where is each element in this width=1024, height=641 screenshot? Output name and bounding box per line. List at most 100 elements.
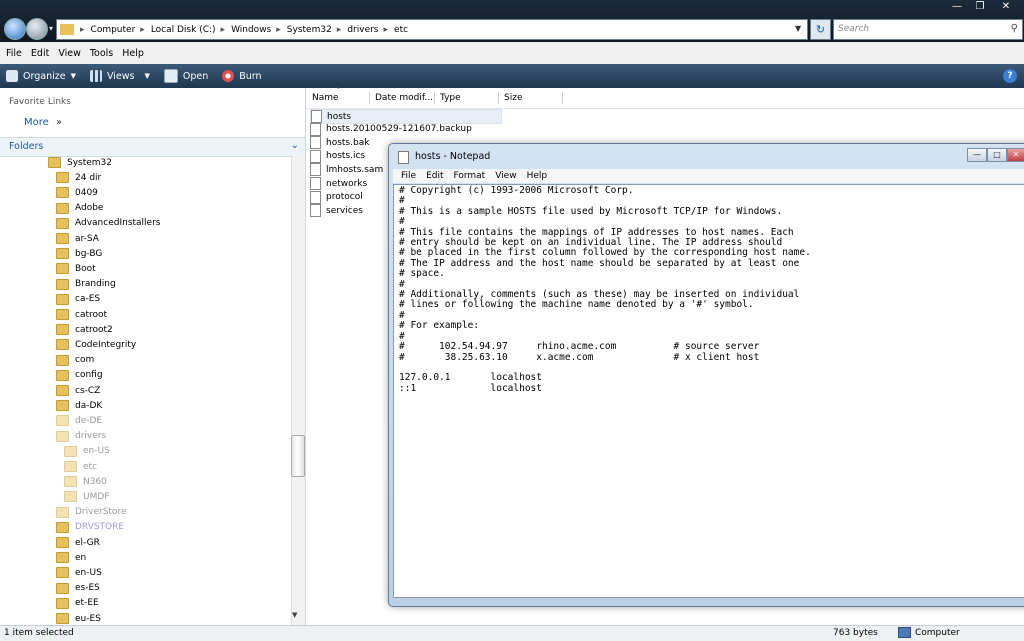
tree-folder-item[interactable]: da-DK <box>56 398 102 413</box>
tree-folder-item[interactable]: el-GR <box>56 535 100 550</box>
tree-folder-item[interactable]: com <box>56 353 94 368</box>
tree-folder-item[interactable]: et-EE <box>56 596 99 611</box>
maximize-button[interactable]: ❐ <box>967 0 993 14</box>
tree-folder-item[interactable]: etc <box>64 459 97 474</box>
menu-edit[interactable]: Edit <box>31 48 49 59</box>
recent-pages-dropdown-icon[interactable]: ▾ <box>49 24 53 33</box>
back-button[interactable] <box>4 18 26 40</box>
folder-icon <box>56 415 69 427</box>
tree-folder-item[interactable]: eu-ES <box>56 611 101 625</box>
column-divider[interactable] <box>498 92 499 104</box>
notepad-menu-edit[interactable]: Edit <box>426 171 443 181</box>
file-row[interactable]: services <box>310 204 363 218</box>
address-dropdown-icon[interactable]: ▼ <box>795 24 801 33</box>
tree-folder-item[interactable]: bg-BG <box>56 246 102 261</box>
column-date-modified[interactable]: Date modif... <box>375 93 433 103</box>
burn-button[interactable]: Burn <box>222 70 262 82</box>
folder-icon <box>56 400 69 412</box>
breadcrumb-item[interactable]: Windows <box>231 25 271 35</box>
tree-folder-item[interactable]: catroot2 <box>56 322 113 337</box>
breadcrumb-item[interactable]: Local Disk (C:) <box>151 25 216 35</box>
tree-folder-item[interactable]: UMDF <box>64 489 109 504</box>
column-name[interactable]: Name <box>312 93 339 103</box>
tree-scrollbar[interactable] <box>291 155 305 625</box>
breadcrumb-item[interactable]: etc <box>394 25 408 35</box>
notepad-menu-view[interactable]: View <box>495 171 516 181</box>
column-type[interactable]: Type <box>440 93 461 103</box>
column-size[interactable]: Size <box>504 93 522 103</box>
tree-folder-item[interactable]: N360 <box>64 474 107 489</box>
tree-folder-item[interactable]: en-US <box>56 565 102 580</box>
file-icon <box>310 190 321 204</box>
hosts-file-content[interactable]: # Copyright (c) 1993-2006 Microsoft Corp… <box>394 185 1024 394</box>
tree-folder-item[interactable]: Boot <box>56 261 96 276</box>
file-row[interactable]: protocol <box>310 190 363 204</box>
file-row[interactable]: hosts.bak <box>310 136 369 150</box>
notepad-text-area[interactable]: # Copyright (c) 1993-2006 Microsoft Corp… <box>393 184 1024 598</box>
notepad-menu-format[interactable]: Format <box>454 171 486 181</box>
notepad-menu-help[interactable]: Help <box>527 171 548 181</box>
file-row[interactable]: networks <box>310 177 367 190</box>
file-row[interactable]: hosts.ics <box>310 149 365 163</box>
tree-folder-item[interactable]: DriverStore <box>56 505 126 520</box>
notepad-maximize-button[interactable]: □ <box>987 148 1007 162</box>
refresh-button[interactable]: ↻ <box>810 19 831 40</box>
menu-tools[interactable]: Tools <box>90 48 113 59</box>
menu-help[interactable]: Help <box>122 48 144 59</box>
folder-icon <box>56 597 69 609</box>
tree-folder-item[interactable]: en-US <box>64 444 110 459</box>
tree-folder-item[interactable]: drivers <box>56 429 106 444</box>
tree-folder-item[interactable]: 24 dir <box>56 170 101 185</box>
notepad-window[interactable]: hosts - Notepad — □ ✕ File Edit Format V… <box>388 143 1024 607</box>
tree-folder-item[interactable]: cs-CZ <box>56 383 100 398</box>
tree-folder-item[interactable]: en <box>56 550 86 565</box>
scroll-down-icon[interactable]: ▼ <box>292 611 297 619</box>
tree-folder-label: 0409 <box>75 187 98 198</box>
tree-folder-item[interactable]: es-ES <box>56 581 100 596</box>
file-row[interactable]: lmhosts.sam <box>310 163 383 177</box>
column-divider[interactable] <box>369 92 370 104</box>
file-row[interactable]: hosts.20100529-121607.backup <box>310 122 472 136</box>
help-icon[interactable]: ? <box>1003 69 1017 83</box>
tree-folder-item[interactable]: de-DE <box>56 413 102 428</box>
column-divider[interactable] <box>434 92 435 104</box>
folder-icon <box>56 233 69 244</box>
tree-folder-item[interactable]: System32 <box>48 155 112 170</box>
views-button[interactable]: Views ▼ <box>89 70 150 82</box>
folders-header[interactable]: Folders ⌄ <box>0 137 305 157</box>
tree-folder-label: en <box>75 552 87 563</box>
tree-folder-label: ar-SA <box>75 233 99 244</box>
open-button[interactable]: Open <box>163 69 208 83</box>
tree-folder-item[interactable]: DRVSTORE <box>56 520 124 535</box>
tree-folder-item[interactable]: Adobe <box>56 201 103 216</box>
forward-button[interactable] <box>26 18 48 40</box>
close-button[interactable]: ✕ <box>991 0 1021 14</box>
tree-folder-item[interactable]: ar-SA <box>56 231 99 246</box>
tree-folder-item[interactable]: 0409 <box>56 185 98 200</box>
tree-folder-item[interactable]: AdvancedInstallers <box>56 216 160 231</box>
tree-folder-item[interactable]: CodeIntegrity <box>56 337 136 352</box>
column-header-row: Name ˄ Date modif... Type Size <box>306 87 1024 109</box>
breadcrumb-item[interactable]: System32 <box>287 25 332 35</box>
search-icon[interactable]: ⚲ <box>1011 23 1018 34</box>
notepad-close-button[interactable]: ✕ <box>1007 148 1024 162</box>
double-chevron-icon: » <box>55 117 63 128</box>
menu-view[interactable]: View <box>58 48 81 59</box>
notepad-icon <box>398 151 409 164</box>
column-divider[interactable] <box>562 92 563 104</box>
tree-folder-item[interactable]: config <box>56 368 103 383</box>
search-input[interactable]: Search ⚲ <box>833 19 1023 40</box>
breadcrumb-item[interactable]: drivers <box>347 25 378 35</box>
tree-folder-label: et-EE <box>75 598 99 609</box>
tree-folder-item[interactable]: Branding <box>56 277 116 292</box>
tree-folder-item[interactable]: ca-ES <box>56 292 100 307</box>
notepad-menu-file[interactable]: File <box>401 171 416 181</box>
more-link[interactable]: More » <box>24 117 62 128</box>
menu-file[interactable]: File <box>6 48 22 59</box>
breadcrumb-item[interactable]: Computer <box>91 25 136 35</box>
scrollbar-thumb[interactable] <box>291 435 305 477</box>
address-bar[interactable]: ▸ Computer ▸ Local Disk (C:) ▸ Windows ▸… <box>56 19 808 40</box>
organize-button[interactable]: Organize ▼ <box>6 70 76 82</box>
notepad-minimize-button[interactable]: — <box>967 148 987 162</box>
tree-folder-item[interactable]: catroot <box>56 307 107 322</box>
